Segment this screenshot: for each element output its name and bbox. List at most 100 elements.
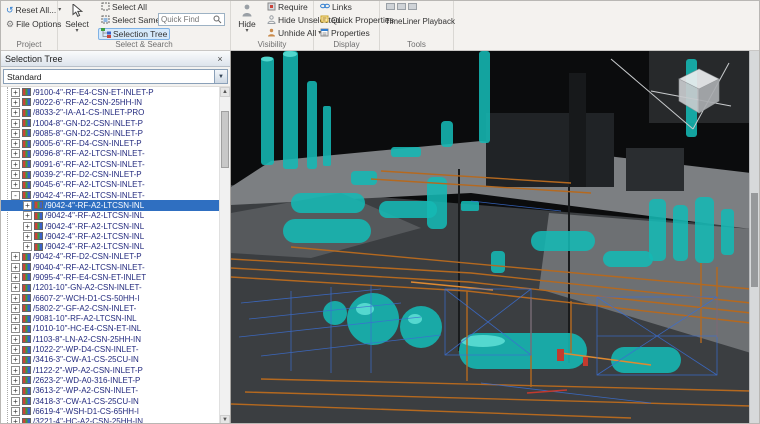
expand-icon[interactable]: +	[11, 139, 20, 149]
scrollbar-thumb[interactable]	[751, 193, 758, 287]
property-sheet-icon	[320, 28, 329, 39]
expand-icon[interactable]: +	[11, 170, 20, 180]
expand-icon[interactable]: +	[23, 231, 32, 241]
expand-icon[interactable]: +	[11, 314, 20, 324]
tree-item-label: /3418-3"-CW-A1-CS-25CU-IN	[33, 396, 139, 406]
tree-item[interactable]: + /9042-4"-RF-A2-LTCSN-INL	[1, 231, 219, 241]
reset-all-button[interactable]: ↺ Reset All... ▾	[3, 4, 64, 16]
expand-icon[interactable]: +	[23, 200, 32, 210]
properties-button[interactable]: Properties	[317, 27, 373, 39]
tree-item[interactable]: + /9091-6"-RF-A2-LTCSN-INLET-	[1, 159, 219, 169]
tree-item[interactable]: + /9045-6"-RF-A2-LTCSN-INLET-	[1, 180, 219, 190]
tree-item[interactable]: + /9081-10"-RF-A2-LTCSN-INL	[1, 314, 219, 324]
reset-icon: ↺	[6, 4, 14, 15]
close-icon[interactable]: ×	[214, 54, 226, 64]
expand-icon[interactable]: +	[11, 345, 20, 355]
tree-item[interactable]: + /9096-8"-RF-A2-LTCSN-INLET-	[1, 149, 219, 159]
tree-scrollbar[interactable]: ▲ ▼	[219, 87, 230, 423]
scroll-up-icon[interactable]: ▲	[220, 87, 230, 97]
tree-item[interactable]: + /9095-4"-RF-E4-CSN-ET-INLET	[1, 272, 219, 282]
timeliner-playback-controls[interactable]	[386, 3, 417, 10]
expand-icon[interactable]: +	[11, 87, 20, 97]
expand-icon[interactable]: +	[23, 211, 32, 221]
search-icon[interactable]	[213, 11, 222, 29]
tree-item[interactable]: + /9022-6"-RF-A2-CSN-25HH-IN	[1, 97, 219, 107]
expand-icon[interactable]: +	[11, 118, 20, 128]
require-button[interactable]: Require	[264, 1, 311, 13]
tree-item[interactable]: + /1122-2"-WP-A2-CSN-INLET-P	[1, 365, 219, 375]
tree-item[interactable]: + /3416-3"-CW-A1-CS-25CU-IN	[1, 355, 219, 365]
panel-title-bar[interactable]: Selection Tree ×	[1, 51, 230, 67]
file-options-button[interactable]: ⚙ File Options	[3, 18, 64, 30]
tree-item-label: /9040-4"-RF-A2-LTCSN-INLET-	[33, 262, 145, 272]
chevron-down-icon[interactable]: ▼	[214, 70, 227, 83]
select-all-button[interactable]: Select All	[98, 1, 150, 13]
selection-tree-button[interactable]: Selection Tree	[98, 28, 171, 40]
tree-mode-select[interactable]: Standard ▼	[3, 69, 228, 84]
collapse-icon[interactable]: -	[11, 190, 20, 200]
tree-item[interactable]: + /3418-3"-CW-A1-CS-25CU-IN	[1, 396, 219, 406]
expand-icon[interactable]: +	[11, 159, 20, 169]
viewport-scrollbar[interactable]	[749, 51, 759, 423]
tree-item[interactable]: + /9042-4"-RF-A2-LTCSN-INL	[1, 211, 219, 221]
expand-icon[interactable]: +	[11, 355, 20, 365]
tree-item[interactable]: + /9039-2"-RF-D2-CSN-INLET-P	[1, 169, 219, 180]
tree-item[interactable]: + /6607-2"-WCH-D1-CS-50HH-I	[1, 293, 219, 303]
expand-icon[interactable]: +	[11, 128, 20, 138]
tree-item[interactable]: + /5802-2"-GF-A2-CSN-INLET-	[1, 303, 219, 313]
expand-icon[interactable]: +	[11, 283, 20, 293]
tree-item[interactable]: + /9040-4"-RF-A2-LTCSN-INLET-	[1, 262, 219, 272]
expand-icon[interactable]: +	[23, 242, 32, 252]
tree-item[interactable]: + /9042-4"-RF-A2-LTCSN-INL	[1, 241, 219, 252]
expand-icon[interactable]: +	[11, 97, 20, 107]
tree-item[interactable]: + /6619-4"-WSH-D1-CS-65HH-I	[1, 406, 219, 416]
tree-item[interactable]: + /1022-2"-WP-D4-CSN-INLET-	[1, 344, 219, 355]
tree-item[interactable]: + /8033-2"-IA-A1-CS-INLET-PRO	[1, 108, 219, 118]
expand-icon[interactable]: +	[11, 334, 20, 344]
tree-item[interactable]: + /9042-4"-RF-D2-CSN-INLET-P	[1, 252, 219, 262]
expand-icon[interactable]: +	[23, 221, 32, 231]
hide-button[interactable]: Hide ▾	[233, 2, 261, 38]
tree-item[interactable]: + /3221-4"-HC-A2-CSN-25HH-IN	[1, 417, 219, 423]
expand-icon[interactable]: +	[11, 324, 20, 334]
select-button[interactable]: Select ▾	[62, 2, 92, 38]
tree-item[interactable]: + /3613-2"-WP-A2-CSN-INLET-	[1, 386, 219, 396]
tree-item-label: /3416-3"-CW-A1-CS-25CU-IN	[33, 355, 139, 365]
expand-icon[interactable]: +	[11, 386, 20, 396]
tree-item[interactable]: + /1004-8"-GN-D2-CSN-INLET-P	[1, 118, 219, 128]
tree-item[interactable]: + /9100-4"-RF-E4-CSN-ET-INLET-P	[1, 87, 219, 97]
scrollbar-thumb[interactable]	[221, 110, 229, 169]
quick-find-input[interactable]	[161, 15, 213, 24]
expand-icon[interactable]: +	[11, 365, 20, 375]
tree-item[interactable]: + /1103-8"-LN-A2-CSN-25HH-IN	[1, 334, 219, 344]
expand-icon[interactable]: +	[11, 149, 20, 159]
tree-item[interactable]: + /9042-4"-RF-A2-LTCSN-INL	[1, 221, 219, 231]
expand-icon[interactable]: +	[11, 262, 20, 272]
tree-item[interactable]: + /1010-10"-HC-E4-CSN-ET-INL	[1, 324, 219, 334]
tree-item-label: /9042-4"-RF-A2-LTCSN-INL	[45, 231, 145, 241]
timeliner-playback-button[interactable]: TimeLiner Playback	[382, 15, 458, 27]
tree-item[interactable]: + /9085-8"-GN-D2-CSN-INLET-P	[1, 128, 219, 138]
expand-icon[interactable]: +	[11, 272, 20, 282]
scroll-down-icon[interactable]: ▼	[220, 415, 230, 423]
gear-icon: ⚙	[6, 18, 15, 29]
plant-model-render[interactable]	[231, 51, 751, 424]
expand-icon[interactable]: +	[11, 406, 20, 416]
expand-icon[interactable]: +	[11, 303, 20, 313]
tree-item[interactable]: + /2623-2"-WD-A0-316-INLET-P	[1, 375, 219, 385]
expand-icon[interactable]: +	[11, 375, 20, 385]
expand-icon[interactable]: +	[11, 252, 20, 262]
expand-icon[interactable]: +	[11, 396, 20, 406]
tree-item[interactable]: + /9005-6"-RF-D4-CSN-INLET-P	[1, 138, 219, 149]
expand-icon[interactable]: +	[11, 293, 20, 303]
tree-item[interactable]: + /9042-4"-RF-A2-LTCSN-INL	[1, 200, 219, 211]
tree-list[interactable]: + /9100-4"-RF-E4-CSN-ET-INLET-P + /9022-6"-…	[1, 87, 219, 423]
expand-icon[interactable]: +	[11, 180, 20, 190]
expand-icon[interactable]: +	[11, 108, 20, 118]
tree-item[interactable]: + /1201-10"-GN-A2-CSN-INLET-	[1, 283, 219, 293]
expand-icon[interactable]: +	[11, 417, 20, 423]
geometry-group-icon	[34, 211, 43, 220]
links-button[interactable]: Links	[317, 1, 355, 13]
viewport-3d[interactable]	[231, 51, 759, 424]
tree-item[interactable]: - /9042-4"-RF-A2-LTCSN-INLET-	[1, 190, 219, 200]
